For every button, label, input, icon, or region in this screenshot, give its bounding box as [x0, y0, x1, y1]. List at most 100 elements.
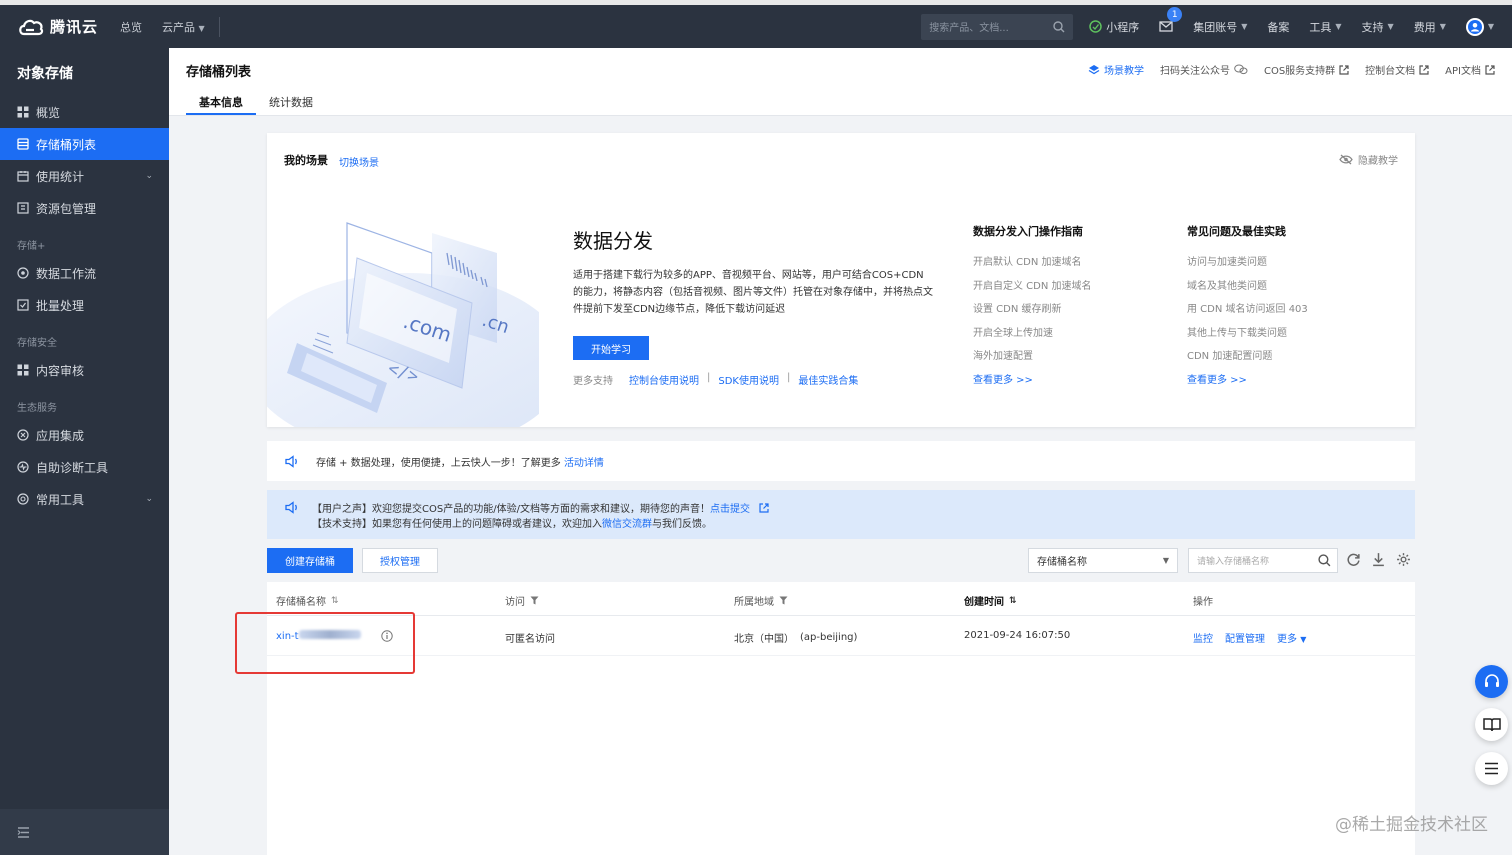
col-region[interactable]: 所属地域	[734, 593, 788, 608]
guide-link[interactable]: CDN 加速配置问题	[1187, 347, 1367, 371]
logo[interactable]: 腾讯云	[0, 16, 110, 37]
more-actions-menu[interactable]: 更多 ▼	[1277, 630, 1306, 645]
col-access[interactable]: 访问	[505, 593, 539, 608]
search-icon[interactable]	[1318, 554, 1331, 567]
caret-down-icon: ▼	[1439, 22, 1446, 31]
sidebar-item-content-audit[interactable]: 内容审核	[0, 354, 169, 386]
docs-button[interactable]	[1475, 708, 1508, 741]
mini-program-link[interactable]: 小程序	[1089, 19, 1139, 35]
search-icon[interactable]	[1053, 20, 1065, 33]
monitor-link[interactable]: 监控	[1193, 630, 1213, 645]
sort-icon[interactable]: ⇅	[331, 596, 339, 606]
chevron-down-icon: ⌄	[145, 171, 153, 181]
sidebar-item-bucket-list[interactable]: 存储桶列表	[0, 128, 169, 160]
collapse-menu-icon	[17, 826, 29, 838]
submit-feedback-link[interactable]: 点击提交	[710, 504, 750, 515]
guide-link[interactable]: 用 CDN 域名访问返回 403	[1187, 300, 1367, 324]
caret-down-icon: ▼	[1300, 635, 1307, 644]
more-support-label: 更多支持	[573, 376, 613, 387]
more-support: 更多支持 控制台使用说明 | SDK使用说明 | 最佳实践合集	[573, 372, 858, 387]
nav-overview[interactable]: 总览	[110, 19, 152, 35]
sidebar-item-usage-stats[interactable]: 使用统计 ⌄	[0, 160, 169, 192]
guide-link[interactable]: 域名及其他类问题	[1187, 277, 1367, 301]
sidebar-item-common-tools[interactable]: 常用工具 ⌄	[0, 483, 169, 515]
guide-link[interactable]: 开启自定义 CDN 加速域名	[973, 277, 1153, 301]
sidebar: 对象存储 概览 存储桶列表 使用统计 ⌄ 资源包管理 存储+ 数据工作流 批量处…	[0, 48, 169, 855]
sidebar-item-app-integration[interactable]: 应用集成	[0, 419, 169, 451]
sdk-guide-link[interactable]: SDK使用说明	[718, 372, 779, 387]
guide-more-link[interactable]: 查看更多 >>	[973, 371, 1153, 386]
search-field-select[interactable]: 存储桶名称 ▼	[1028, 548, 1178, 573]
sidebar-item-diagnostics[interactable]: 自助诊断工具	[0, 451, 169, 483]
my-scene-card: 我的场景 切换场景 隐藏教学 .com .cn </> 数据分发 适用于搭建下载…	[267, 133, 1415, 427]
menu-list-button[interactable]	[1475, 752, 1508, 785]
support-menu[interactable]: 支持 ▼	[1362, 19, 1394, 35]
guide-link[interactable]: 其他上传与下载类问题	[1187, 324, 1367, 348]
sidebar-item-label: 内容审核	[36, 363, 85, 378]
wechat-follow-link[interactable]: 扫码关注公众号	[1160, 62, 1248, 77]
sidebar-item-label: 资源包管理	[36, 201, 97, 216]
authorization-button[interactable]: 授权管理	[362, 548, 438, 573]
tab-statistics[interactable]: 统计数据	[256, 94, 326, 115]
global-search-input[interactable]: 搜索产品、文档...	[921, 13, 1074, 40]
beian-link[interactable]: 备案	[1267, 19, 1289, 35]
calendar-icon	[17, 171, 29, 182]
scene-tutorial-link[interactable]: 场景教学	[1088, 62, 1144, 77]
filter-icon[interactable]	[530, 596, 539, 605]
fees-menu[interactable]: 费用 ▼	[1414, 19, 1446, 35]
divider	[218, 16, 220, 37]
headset-icon	[1484, 673, 1499, 687]
user-icon	[1467, 19, 1482, 34]
scene-title: 我的场景	[284, 154, 328, 167]
nav-products[interactable]: 云产品 ▼	[152, 19, 215, 35]
best-practices-link[interactable]: 最佳实践合集	[798, 372, 858, 387]
sidebar-item-overview[interactable]: 概览	[0, 96, 169, 128]
api-docs-label: API文档	[1445, 66, 1481, 77]
guide-more-link[interactable]: 查看更多 >>	[1187, 371, 1367, 386]
batch-icon	[17, 299, 29, 311]
api-docs-link[interactable]: API文档	[1445, 62, 1495, 77]
sidebar-item-batch[interactable]: 批量处理	[0, 289, 169, 321]
console-docs-link[interactable]: 控制台文档	[1365, 62, 1429, 77]
download-icon[interactable]	[1371, 552, 1386, 567]
tools-menu[interactable]: 工具 ▼	[1309, 19, 1341, 35]
list-icon	[1485, 762, 1498, 775]
col-label: 访问	[505, 597, 525, 608]
bucket-search-input[interactable]: 请输入存储桶名称	[1188, 548, 1338, 573]
col-bucket-name[interactable]: 存储桶名称 ⇅	[276, 593, 339, 609]
guide-link[interactable]: 访问与加速类问题	[1187, 253, 1367, 277]
customer-service-button[interactable]	[1475, 665, 1508, 698]
sidebar-item-data-workflow[interactable]: 数据工作流	[0, 257, 169, 289]
filter-icon[interactable]	[779, 596, 788, 605]
start-learning-button[interactable]: 开始学习	[573, 336, 649, 360]
cos-support-group-link[interactable]: COS服务支持群	[1264, 62, 1349, 77]
diagnostics-icon	[17, 461, 29, 473]
create-bucket-button[interactable]: 创建存储桶	[267, 548, 353, 573]
sidebar-item-resource-pack[interactable]: 资源包管理	[0, 192, 169, 224]
group-account-menu[interactable]: 集团账号 ▼	[1193, 19, 1247, 35]
data-distribution-illustration: .com .cn </>	[267, 213, 539, 427]
guide-link[interactable]: 开启全球上传加速	[973, 324, 1153, 348]
sidebar-item-label: 数据工作流	[36, 266, 97, 281]
config-link[interactable]: 配置管理	[1225, 630, 1265, 645]
hide-tutorial-button[interactable]: 隐藏教学	[1339, 152, 1398, 167]
tab-basic-info[interactable]: 基本信息	[186, 94, 256, 115]
divider: |	[786, 372, 791, 383]
console-guide-link[interactable]: 控制台使用说明	[629, 372, 699, 387]
promo-details-link[interactable]: 活动详情	[564, 458, 604, 469]
refresh-icon[interactable]	[1346, 552, 1361, 567]
sidebar-collapse-button[interactable]	[0, 809, 169, 855]
col-created[interactable]: 创建时间 ⇅	[964, 593, 1017, 609]
guide-link[interactable]: 开启默认 CDN 加速域名	[973, 253, 1153, 277]
guide-link[interactable]: 海外加速配置	[973, 347, 1153, 371]
feedback-line-2-text: 【技术支持】如果您有任何使用上的问题障碍或者建议，欢迎加入	[312, 519, 602, 530]
mail-button[interactable]: 1	[1159, 7, 1183, 32]
mail-icon	[1159, 21, 1173, 32]
user-menu[interactable]: ▼	[1465, 17, 1494, 36]
highlight-box	[235, 612, 415, 674]
settings-gear-icon[interactable]	[1396, 552, 1411, 567]
sort-icon[interactable]: ⇅	[1009, 596, 1017, 606]
wechat-group-link[interactable]: 微信交流群	[602, 519, 652, 530]
switch-scene-link[interactable]: 切换场景	[339, 154, 379, 169]
guide-link[interactable]: 设置 CDN 缓存刷新	[973, 300, 1153, 324]
